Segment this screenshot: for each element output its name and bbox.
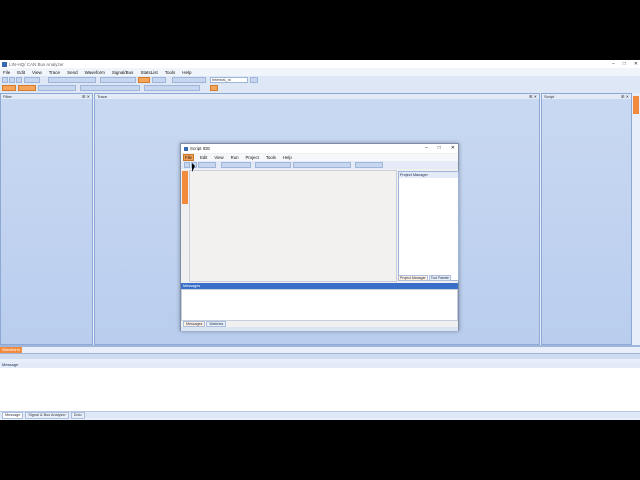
secondary-toolbar	[0, 84, 640, 93]
toolbar-button[interactable]	[24, 77, 40, 83]
status-strip	[0, 353, 640, 359]
toolbar-group-6[interactable]	[144, 85, 200, 91]
pm-tabs: Project Manager Tool Palette	[398, 275, 459, 281]
right-side-tab[interactable]	[633, 96, 639, 114]
ide-status-bar	[181, 327, 458, 331]
ide-toolbar-group-2[interactable]	[221, 162, 251, 168]
ide-menu-edit[interactable]: Edit	[200, 155, 207, 160]
stop-button[interactable]	[18, 85, 36, 91]
mouse-cursor-icon	[192, 163, 195, 172]
ide-menu-project[interactable]: Project	[245, 155, 258, 160]
toolbar-button-2[interactable]	[152, 77, 166, 83]
ide-app-icon	[184, 146, 188, 151]
filter-panel-title: Filter	[3, 94, 12, 99]
filter-panel-header: Filter ⊞ ✕	[1, 94, 92, 99]
main-toolbar: Internal_ni	[0, 76, 640, 84]
ide-menu-run[interactable]: Run	[231, 155, 239, 160]
menu-statslist[interactable]: StatsList	[140, 70, 157, 75]
message-area	[0, 362, 640, 414]
app-titlebar: LIN-HQ/ CAN Bus Analyzer – □ ✕	[0, 60, 640, 68]
menu-help[interactable]: Help	[182, 70, 191, 75]
menu-tools[interactable]: Tools	[165, 70, 176, 75]
toolbar-group-4[interactable]	[38, 85, 76, 91]
ide-close-button[interactable]: ✕	[451, 145, 455, 151]
project-manager-header: Project Manager	[399, 172, 458, 178]
maximize-button[interactable]: □	[623, 61, 626, 67]
ide-menu-tools[interactable]: Tools	[266, 155, 276, 160]
ide-menu-file[interactable]: File	[183, 154, 194, 161]
ide-menubar: File Edit View Run Project Tools Help	[181, 154, 458, 161]
filter-panel: Filter ⊞ ✕	[0, 93, 93, 345]
message-title: Message	[2, 362, 19, 367]
code-editor[interactable]	[189, 170, 397, 282]
tab-dolo[interactable]: Dolo	[70, 411, 85, 419]
menu-send[interactable]: Send	[67, 70, 78, 75]
open-icon[interactable]	[9, 77, 15, 83]
interface-select[interactable]: Internal_ni	[210, 77, 248, 83]
ide-toolbar-group[interactable]	[198, 162, 216, 168]
menu-view[interactable]: View	[32, 70, 42, 75]
message-header: Message	[0, 362, 640, 368]
tab-tool-palette[interactable]: Tool Palette	[428, 275, 451, 281]
ide-toolbar-group-4[interactable]	[293, 162, 351, 168]
ide-toolbar	[181, 161, 458, 169]
save-icon[interactable]	[16, 77, 22, 83]
menu-edit[interactable]: Edit	[17, 70, 25, 75]
project-manager-panel: Project Manager	[398, 171, 459, 281]
ide-toolbar-group-5[interactable]	[355, 162, 383, 168]
menu-signal-bus[interactable]: Signal/Bus	[112, 70, 134, 75]
toolbar-group[interactable]	[48, 77, 96, 83]
toolbar-group-3[interactable]	[172, 77, 206, 83]
pin-icon[interactable]: ⊞ ✕	[529, 94, 537, 99]
ide-side-tab[interactable]	[182, 171, 188, 204]
script-panel-header: Script ⊞ ✕	[542, 94, 631, 99]
script-panel: Script ⊞ ✕	[541, 93, 632, 345]
menu-waveform[interactable]: Waveform	[85, 70, 105, 75]
ide-titlebar: Script IDE – □ ✕	[181, 144, 458, 153]
app-title: LIN-HQ/ CAN Bus Analyzer	[9, 61, 64, 67]
record-button[interactable]	[138, 77, 150, 83]
close-button[interactable]: ✕	[634, 61, 638, 67]
bottom-tabs: Message Signal & Bus Analyzer Dolo	[0, 411, 640, 419]
app-icon	[2, 61, 7, 67]
menu-trace[interactable]: Trace	[49, 70, 60, 75]
start-button[interactable]	[2, 85, 16, 91]
toolbar-group-2[interactable]	[100, 77, 136, 83]
ide-messages-area	[181, 289, 458, 321]
trace-panel-title: Trace	[97, 94, 108, 99]
tab-project-manager[interactable]: Project Manager	[398, 275, 428, 281]
pin-icon[interactable]: ⊞ ✕	[82, 94, 90, 99]
new-icon[interactable]	[2, 77, 8, 83]
ide-toolbar-group-3[interactable]	[255, 162, 291, 168]
help-icon[interactable]	[210, 85, 218, 91]
tab-signal-bus-analyzer[interactable]: Signal & Bus Analyzer	[25, 411, 69, 419]
menu-file[interactable]: File	[3, 70, 10, 75]
new-file-icon[interactable]	[184, 162, 190, 168]
pin-icon[interactable]: ⊞ ✕	[621, 94, 629, 99]
script-panel-title: Script	[544, 94, 555, 99]
menubar: File Edit View Trace Send Waveform Signa…	[0, 68, 640, 76]
toolbar-group-5[interactable]	[80, 85, 140, 91]
ide-menu-view[interactable]: View	[214, 155, 223, 160]
ide-maximize-button[interactable]: □	[438, 145, 441, 151]
toolbar-button-3[interactable]	[250, 77, 258, 83]
splitter[interactable]	[0, 345, 640, 347]
script-ide-window: Script IDE – □ ✕ File Edit View Run Proj…	[180, 143, 459, 331]
ide-minimize-button[interactable]: –	[425, 145, 428, 151]
minimize-button[interactable]: –	[612, 61, 615, 67]
ide-menu-help[interactable]: Help	[283, 155, 292, 160]
trace-panel-header: Trace ⊞ ✕	[95, 94, 539, 99]
ide-title: Script IDE	[190, 146, 211, 151]
tab-message[interactable]: Message	[2, 411, 24, 419]
